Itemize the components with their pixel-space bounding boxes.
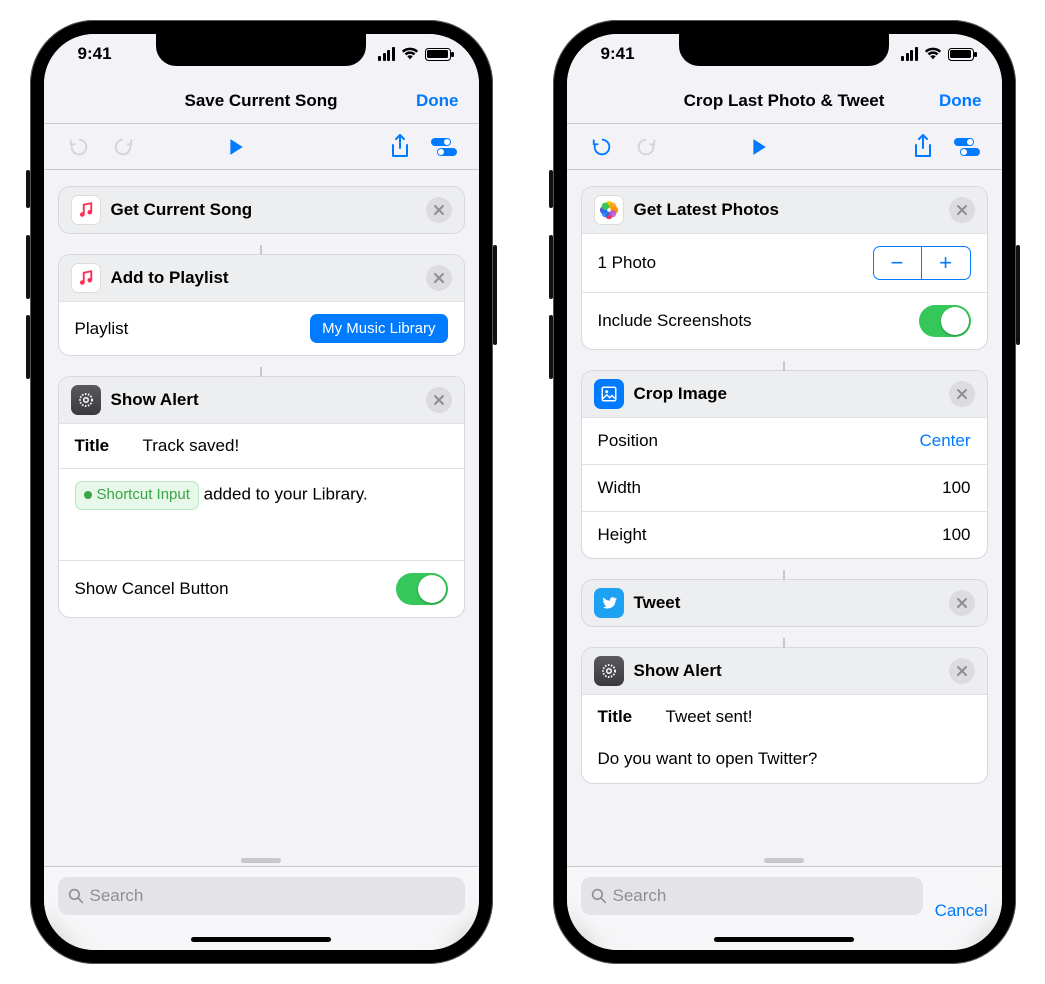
- crop-icon: [594, 379, 624, 409]
- width-label: Width: [598, 478, 641, 498]
- nav-bar: Crop Last Photo & Tweet Done: [567, 78, 1002, 124]
- stepper-minus[interactable]: −: [874, 247, 922, 279]
- action-get-latest-photos[interactable]: Get Latest Photos 1 Photo − + Include Sc…: [581, 186, 988, 350]
- search-input[interactable]: Search: [58, 877, 465, 915]
- cancel-button[interactable]: Cancel: [935, 901, 988, 921]
- music-icon: [71, 195, 101, 225]
- show-cancel-toggle[interactable]: [396, 573, 448, 605]
- done-button[interactable]: Done: [939, 91, 982, 111]
- bottom-bar: Search Cancel: [567, 866, 1002, 950]
- action-show-alert[interactable]: Show Alert Title Track saved! Shortcut I…: [58, 376, 465, 618]
- width-value[interactable]: 100: [942, 478, 970, 498]
- alert-body-input[interactable]: Shortcut Input added to your Library.: [59, 468, 464, 560]
- phone-right: 9:41 Crop Last Photo & Tweet Done: [553, 20, 1016, 964]
- action-title: Get Current Song: [111, 200, 416, 220]
- share-button[interactable]: [908, 132, 938, 162]
- alert-body-input[interactable]: Do you want to open Twitter?: [582, 739, 987, 783]
- title-field-label: Title: [598, 707, 650, 727]
- position-value[interactable]: Center: [919, 431, 970, 451]
- action-tweet[interactable]: Tweet: [581, 579, 988, 627]
- music-icon: [71, 263, 101, 293]
- action-title: Add to Playlist: [111, 268, 416, 288]
- settings-toggle-button[interactable]: [952, 132, 982, 162]
- done-button[interactable]: Done: [416, 91, 459, 111]
- notch: [679, 34, 889, 66]
- settings-toggle-button[interactable]: [429, 132, 459, 162]
- show-cancel-label: Show Cancel Button: [75, 579, 229, 599]
- phone-left: 9:41 Save Current Song Done: [30, 20, 493, 964]
- battery-icon: [948, 48, 974, 61]
- wifi-icon: [924, 47, 942, 61]
- home-indicator[interactable]: [191, 937, 331, 942]
- share-button[interactable]: [385, 132, 415, 162]
- alert-body-text: added to your Library.: [199, 485, 368, 504]
- action-add-to-playlist[interactable]: Add to Playlist Playlist My Music Librar…: [58, 254, 465, 356]
- height-value[interactable]: 100: [942, 525, 970, 545]
- param-label: Playlist: [75, 319, 129, 339]
- search-placeholder: Search: [90, 886, 144, 906]
- play-button[interactable]: [221, 132, 251, 162]
- action-title: Tweet: [634, 593, 939, 613]
- remove-action-button[interactable]: [426, 265, 452, 291]
- undo-button[interactable]: [64, 132, 94, 162]
- title-field-value[interactable]: Tweet sent!: [666, 707, 753, 727]
- status-time: 9:41: [601, 44, 635, 64]
- twitter-icon: [594, 588, 624, 618]
- title-field-label: Title: [75, 436, 127, 456]
- wifi-icon: [401, 47, 419, 61]
- remove-action-button[interactable]: [949, 590, 975, 616]
- position-label: Position: [598, 431, 658, 451]
- status-time: 9:41: [78, 44, 112, 64]
- battery-icon: [425, 48, 451, 61]
- action-show-alert[interactable]: Show Alert Title Tweet sent! Do you want…: [581, 647, 988, 784]
- alert-body-text: Do you want to open Twitter?: [598, 749, 818, 768]
- photo-count-stepper[interactable]: − +: [873, 246, 971, 280]
- search-input[interactable]: Search: [581, 877, 923, 915]
- play-button[interactable]: [744, 132, 774, 162]
- remove-action-button[interactable]: [426, 387, 452, 413]
- page-title: Save Current Song: [184, 91, 337, 111]
- redo-button[interactable]: [631, 132, 661, 162]
- height-label: Height: [598, 525, 647, 545]
- search-placeholder: Search: [613, 886, 667, 906]
- redo-button[interactable]: [108, 132, 138, 162]
- stepper-plus[interactable]: +: [922, 247, 970, 279]
- search-icon: [591, 888, 607, 904]
- gear-icon: [71, 385, 101, 415]
- action-title: Show Alert: [634, 661, 939, 681]
- undo-button[interactable]: [587, 132, 617, 162]
- action-title: Show Alert: [111, 390, 416, 410]
- photo-count-label: 1 Photo: [598, 253, 657, 273]
- include-screenshots-label: Include Screenshots: [598, 311, 752, 331]
- page-title: Crop Last Photo & Tweet: [684, 91, 885, 111]
- cellular-signal-icon: [378, 47, 395, 61]
- remove-action-button[interactable]: [949, 381, 975, 407]
- grabber-icon[interactable]: [764, 858, 804, 863]
- notch: [156, 34, 366, 66]
- gear-icon: [594, 656, 624, 686]
- shortcut-input-token[interactable]: Shortcut Input: [75, 481, 199, 510]
- toolbar: [567, 124, 1002, 170]
- title-field-value[interactable]: Track saved!: [143, 436, 240, 456]
- photos-icon: [594, 195, 624, 225]
- playlist-value-chip[interactable]: My Music Library: [310, 314, 447, 343]
- grabber-icon[interactable]: [241, 858, 281, 863]
- toolbar: [44, 124, 479, 170]
- action-title: Crop Image: [634, 384, 939, 404]
- action-get-current-song[interactable]: Get Current Song: [58, 186, 465, 234]
- remove-action-button[interactable]: [949, 197, 975, 223]
- bottom-bar: Search: [44, 866, 479, 950]
- nav-bar: Save Current Song Done: [44, 78, 479, 124]
- search-icon: [68, 888, 84, 904]
- action-crop-image[interactable]: Crop Image Position Center Width 100 Hei…: [581, 370, 988, 559]
- remove-action-button[interactable]: [426, 197, 452, 223]
- home-indicator[interactable]: [714, 937, 854, 942]
- action-title: Get Latest Photos: [634, 200, 939, 220]
- remove-action-button[interactable]: [949, 658, 975, 684]
- cellular-signal-icon: [901, 47, 918, 61]
- include-screenshots-toggle[interactable]: [919, 305, 971, 337]
